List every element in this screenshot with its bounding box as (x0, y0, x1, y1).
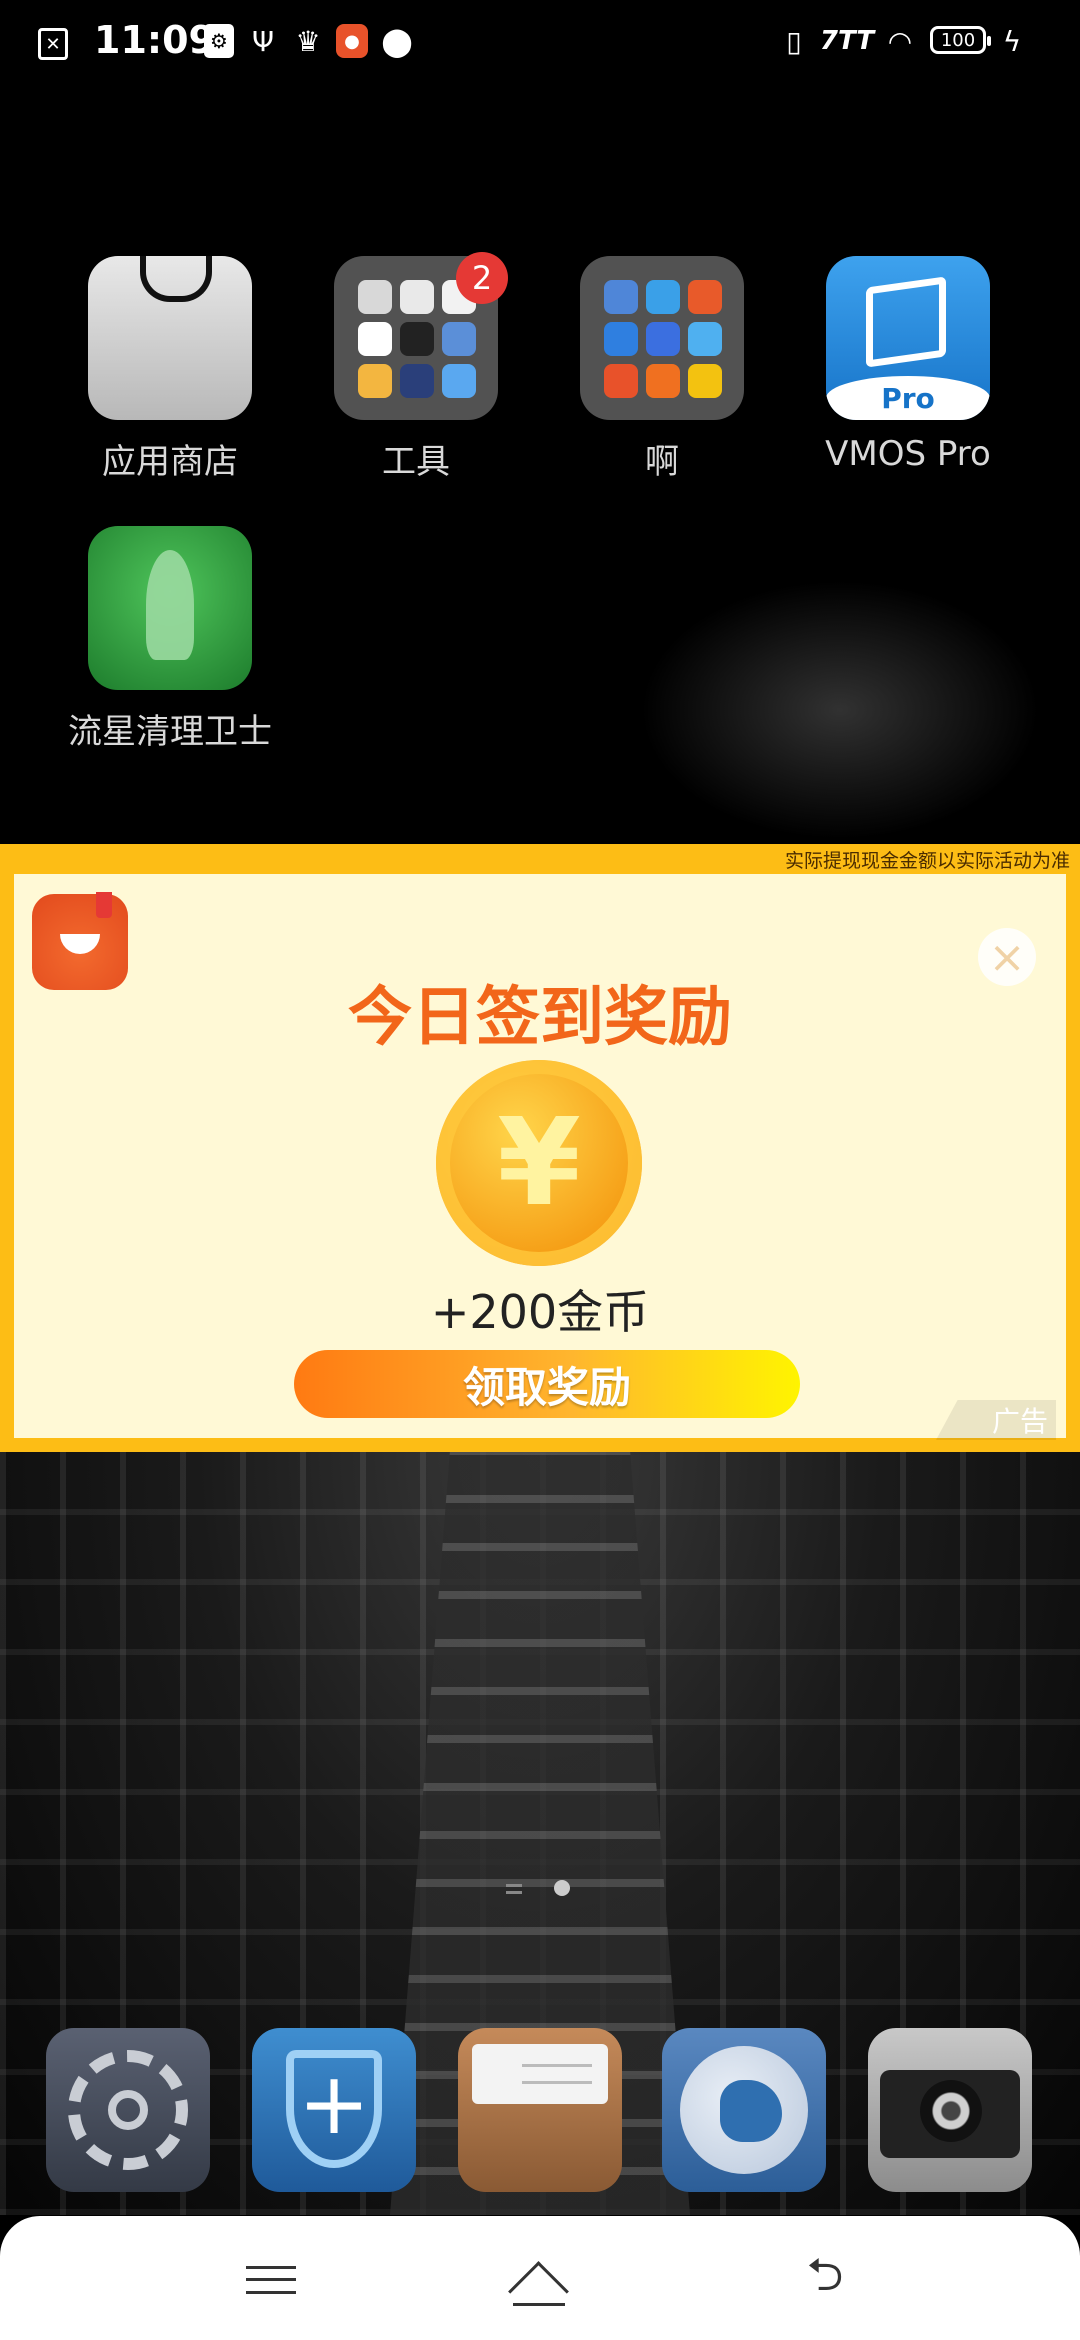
dock: + (0, 2028, 1080, 2192)
battery-icon: 100 (930, 26, 991, 54)
app-label: 应用商店 (102, 442, 238, 482)
usb-debug-icon: ⚙ (204, 24, 234, 58)
rocket-cleaner-icon (88, 526, 252, 690)
page-indicator-lines (506, 1884, 522, 1894)
home-icon (507, 2260, 571, 2306)
sim-off-icon: ✕ (38, 28, 68, 60)
security-shield-icon[interactable]: + (252, 2028, 416, 2192)
page-indicator-dot (554, 1880, 570, 1896)
page-indicator[interactable] (500, 1878, 580, 1902)
status-time: 11:09 (94, 18, 215, 62)
app-label: 流星清理卫士 (68, 712, 272, 752)
menu-button[interactable] (236, 2250, 306, 2310)
notification-badge: 2 (456, 252, 508, 304)
wallpaper-glow (640, 580, 1040, 840)
signal-icon: 7TT (819, 26, 875, 56)
status-bar: ✕ 11:09 ⚙ Ψ ♛ ● ⬤ ▯ 7TT ◠ 100 ϟ (0, 0, 1080, 84)
charging-icon: ϟ (1002, 24, 1022, 58)
a-folder[interactable]: 啊 (542, 256, 782, 483)
settings-gear-icon[interactable] (46, 2028, 210, 2192)
folder-icon (580, 256, 744, 420)
location-du-icon: ⬤ (381, 24, 413, 58)
app-label: 工具 (382, 442, 450, 482)
navigation-bar: ⮌ (0, 2216, 1080, 2340)
vmos-pro-icon: Pro (826, 256, 990, 420)
crown-icon: ♛ (295, 24, 321, 58)
ad-disclaimer: 实际提现现金金额以实际活动为准 (784, 850, 1070, 872)
app-label: VMOS Pro (825, 434, 991, 474)
app-store-bag-icon (88, 256, 252, 420)
camera-icon[interactable] (868, 2028, 1032, 2192)
ad-reward-text: +200金币 (430, 1285, 650, 1339)
file-manager-icon[interactable] (458, 2028, 622, 2192)
tomato-app-icon: ● (336, 24, 368, 58)
wifi-icon: ◠ (887, 24, 913, 58)
browser-globe-icon[interactable] (662, 2028, 826, 2192)
app-store-app[interactable]: 应用商店 (50, 256, 290, 483)
usb-icon: Ψ (251, 24, 275, 58)
ad-banner[interactable]: 实际提现现金金额以实际活动为准 × 今日签到奖励 ¥ +200金币 领取奖励 广… (0, 844, 1080, 1452)
vmos-pro-app[interactable]: Pro VMOS Pro (788, 256, 1028, 474)
claim-reward-button[interactable]: 领取奖励 (294, 1350, 800, 1418)
home-button[interactable] (504, 2250, 574, 2310)
ad-content: × 今日签到奖励 ¥ +200金币 领取奖励 广告 (14, 874, 1066, 1440)
ad-label: 广告 (936, 1400, 1056, 1440)
ad-title: 今日签到奖励 (348, 981, 732, 1055)
vibrate-icon: ▯ (786, 24, 802, 58)
menu-icon (246, 2266, 296, 2294)
gold-coin-icon: ¥ (436, 1060, 642, 1266)
back-button[interactable]: ⮌ (790, 2247, 860, 2310)
app-label: 啊 (645, 442, 679, 482)
vmos-pro-badge: Pro (826, 376, 990, 420)
meteor-cleaner-app[interactable]: 流星清理卫士 (50, 526, 290, 753)
